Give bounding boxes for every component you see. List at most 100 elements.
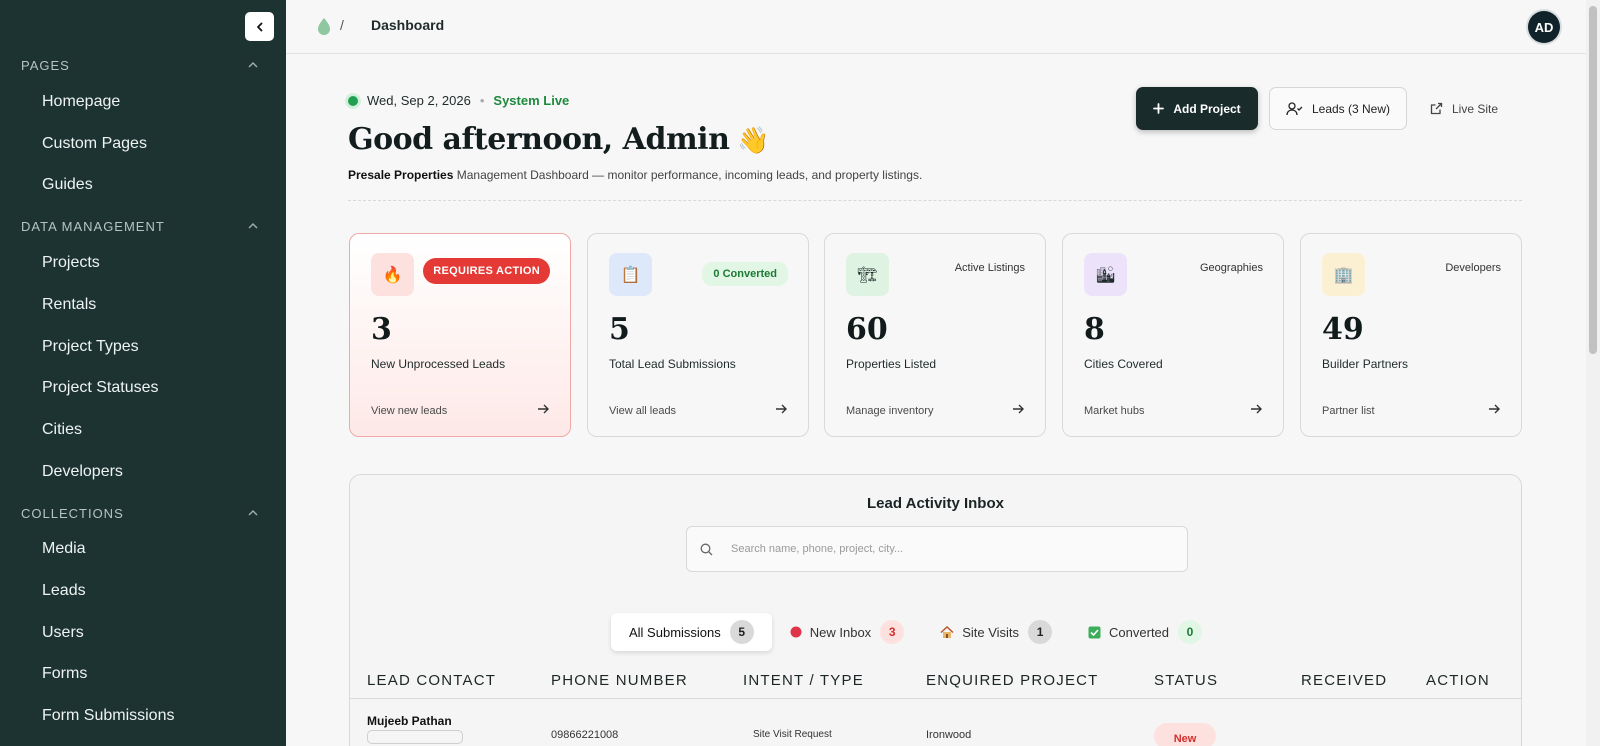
chevron-up-icon bbox=[248, 510, 258, 516]
sidebar-item-cities[interactable]: Cities bbox=[42, 419, 82, 441]
current-date: Wed, Sep 2, 2026 bbox=[367, 93, 471, 108]
tab-label: All Submissions bbox=[629, 624, 721, 640]
arrow-right-icon[interactable] bbox=[536, 402, 550, 416]
red-circle-icon bbox=[790, 626, 802, 638]
count-badge: 3 bbox=[880, 620, 905, 644]
cityscape-icon: 🏙 bbox=[1084, 253, 1127, 296]
section-pages[interactable]: PAGES bbox=[21, 55, 260, 75]
intent-cell: Site Visit Request bbox=[753, 729, 832, 740]
stat-card-developers[interactable]: 🏢 Developers 49 Builder Partners Partner… bbox=[1300, 233, 1522, 437]
stat-label: Properties Listed bbox=[846, 357, 937, 371]
breadcrumb-separator: / bbox=[340, 17, 344, 33]
status-badge[interactable]: New bbox=[1154, 723, 1216, 746]
tab-converted[interactable]: Converted 0 bbox=[1070, 613, 1220, 651]
search-input[interactable] bbox=[731, 543, 1151, 555]
stat-card-properties[interactable]: 🏗 Active Listings 60 Properties Listed M… bbox=[824, 233, 1046, 437]
phone-cell[interactable]: 09866221008 bbox=[551, 729, 618, 741]
arrow-right-icon[interactable] bbox=[774, 402, 788, 416]
add-project-button[interactable]: Add Project bbox=[1136, 87, 1258, 130]
sidebar-item-custom-pages[interactable]: Custom Pages bbox=[42, 133, 147, 155]
page-scrollbar[interactable] bbox=[1586, 0, 1600, 746]
chevron-left-icon bbox=[256, 22, 262, 31]
page-subtitle: Presale Properties Management Dashboard … bbox=[348, 168, 922, 182]
stat-link[interactable]: Manage inventory bbox=[846, 405, 933, 417]
user-check-icon bbox=[1286, 101, 1303, 115]
sidebar-item-users[interactable]: Users bbox=[42, 622, 84, 644]
column-header[interactable]: LEAD CONTACT bbox=[367, 672, 496, 689]
tab-new-inbox[interactable]: New Inbox 3 bbox=[772, 613, 922, 651]
sidebar-item-homepage[interactable]: Homepage bbox=[42, 91, 120, 113]
sidebar-item-project-statuses[interactable]: Project Statuses bbox=[42, 377, 159, 399]
wave-emoji: 👋 bbox=[737, 126, 770, 156]
status-line: Wed, Sep 2, 2026 • System Live bbox=[348, 93, 569, 108]
sidebar-item-projects[interactable]: Projects bbox=[42, 252, 100, 274]
tab-label: Converted bbox=[1109, 624, 1170, 640]
sidebar-item-guides[interactable]: Guides bbox=[42, 174, 93, 196]
column-header[interactable]: ACTION bbox=[1426, 672, 1490, 689]
chevron-up-icon bbox=[248, 62, 258, 68]
stat-value: 60 bbox=[846, 312, 888, 347]
section-collections[interactable]: COLLECTIONS bbox=[21, 503, 260, 523]
sidebar-item-rentals[interactable]: Rentals bbox=[42, 294, 96, 316]
arrow-right-icon[interactable] bbox=[1011, 402, 1025, 416]
chevron-up-icon bbox=[248, 223, 258, 229]
fire-icon: 🔥 bbox=[371, 253, 414, 296]
house-icon bbox=[940, 625, 954, 639]
tab-label: New Inbox bbox=[809, 624, 872, 640]
live-site-link[interactable]: Live Site bbox=[1430, 87, 1510, 130]
column-header[interactable]: INTENT / TYPE bbox=[743, 672, 864, 689]
leads-button[interactable]: Leads (3 New) bbox=[1269, 87, 1407, 130]
topbar: / Dashboard AD bbox=[286, 0, 1586, 54]
sidebar-item-form-submissions[interactable]: Form Submissions bbox=[42, 705, 174, 727]
section-data-management[interactable]: DATA MANAGEMENT bbox=[21, 216, 260, 236]
avatar[interactable]: AD bbox=[1528, 11, 1560, 43]
stat-label: Builder Partners bbox=[1322, 357, 1409, 371]
lead-name: Mujeeb Pathan bbox=[367, 714, 452, 728]
column-header[interactable]: PHONE NUMBER bbox=[551, 672, 688, 689]
stat-link[interactable]: View all leads bbox=[609, 405, 676, 417]
sidebar-item-developers[interactable]: Developers bbox=[42, 461, 123, 483]
arrow-right-icon[interactable] bbox=[1249, 402, 1263, 416]
lead-activity-inbox: Lead Activity Inbox All Submissions 5 Ne… bbox=[349, 474, 1522, 746]
column-header[interactable]: ENQUIRED PROJECT bbox=[926, 672, 1099, 689]
tab-site-visits[interactable]: Site Visits 1 bbox=[922, 613, 1070, 651]
office-building-icon: 🏢 bbox=[1322, 253, 1365, 296]
lead-tag bbox=[367, 730, 463, 744]
converted-badge: 0 Converted bbox=[702, 262, 788, 286]
construction-icon: 🏗 bbox=[846, 253, 889, 296]
separator-dot: • bbox=[479, 93, 485, 108]
search-icon bbox=[700, 543, 713, 555]
table-row[interactable]: Mujeeb Pathan 09866221008 Site Visit Req… bbox=[350, 699, 1521, 746]
stat-card-new-leads[interactable]: 🔥 REQUIRES ACTION 3 New Unprocessed Lead… bbox=[349, 233, 571, 437]
stat-link[interactable]: View new leads bbox=[371, 405, 447, 417]
stat-value: 5 bbox=[609, 312, 630, 347]
tab-all-submissions[interactable]: All Submissions 5 bbox=[611, 613, 772, 651]
search-box[interactable] bbox=[686, 526, 1188, 572]
leaf-logo-icon[interactable] bbox=[317, 17, 331, 35]
stat-link[interactable]: Partner list bbox=[1322, 405, 1375, 417]
sidebar-item-project-types[interactable]: Project Types bbox=[42, 336, 139, 358]
sidebar-item-forms[interactable]: Forms bbox=[42, 663, 87, 685]
arrow-right-icon[interactable] bbox=[1487, 402, 1501, 416]
collapse-sidebar-button[interactable] bbox=[245, 12, 274, 41]
breadcrumb-current: Dashboard bbox=[371, 17, 445, 33]
section-title: DATA MANAGEMENT bbox=[21, 218, 165, 234]
plus-icon bbox=[1153, 103, 1165, 114]
check-box-icon bbox=[1088, 626, 1101, 639]
active-listings-badge: Active Listings bbox=[954, 262, 1025, 274]
sidebar-item-leads[interactable]: Leads bbox=[42, 580, 86, 602]
stat-link[interactable]: Market hubs bbox=[1084, 405, 1145, 417]
add-project-label: Add Project bbox=[1173, 101, 1241, 116]
sidebar: PAGES Homepage Custom Pages Guides DATA … bbox=[0, 0, 286, 746]
table-header: LEAD CONTACT PHONE NUMBER INTENT / TYPE … bbox=[350, 662, 1521, 699]
scrollbar-thumb[interactable] bbox=[1589, 6, 1597, 354]
developers-badge: Developers bbox=[1445, 262, 1501, 274]
stat-card-total-leads[interactable]: 📋 0 Converted 5 Total Lead Submissions V… bbox=[587, 233, 809, 437]
column-header[interactable]: STATUS bbox=[1154, 672, 1218, 689]
sidebar-item-media[interactable]: Media bbox=[42, 538, 86, 560]
page-title: Good afternoon, Admin 👋 bbox=[348, 122, 770, 157]
column-header[interactable]: RECEIVED bbox=[1301, 672, 1387, 689]
leads-button-label: Leads (3 New) bbox=[1311, 101, 1391, 116]
project-cell: Ironwood bbox=[926, 729, 972, 741]
stat-card-cities[interactable]: 🏙 Geographies 8 Cities Covered Market hu… bbox=[1062, 233, 1284, 437]
